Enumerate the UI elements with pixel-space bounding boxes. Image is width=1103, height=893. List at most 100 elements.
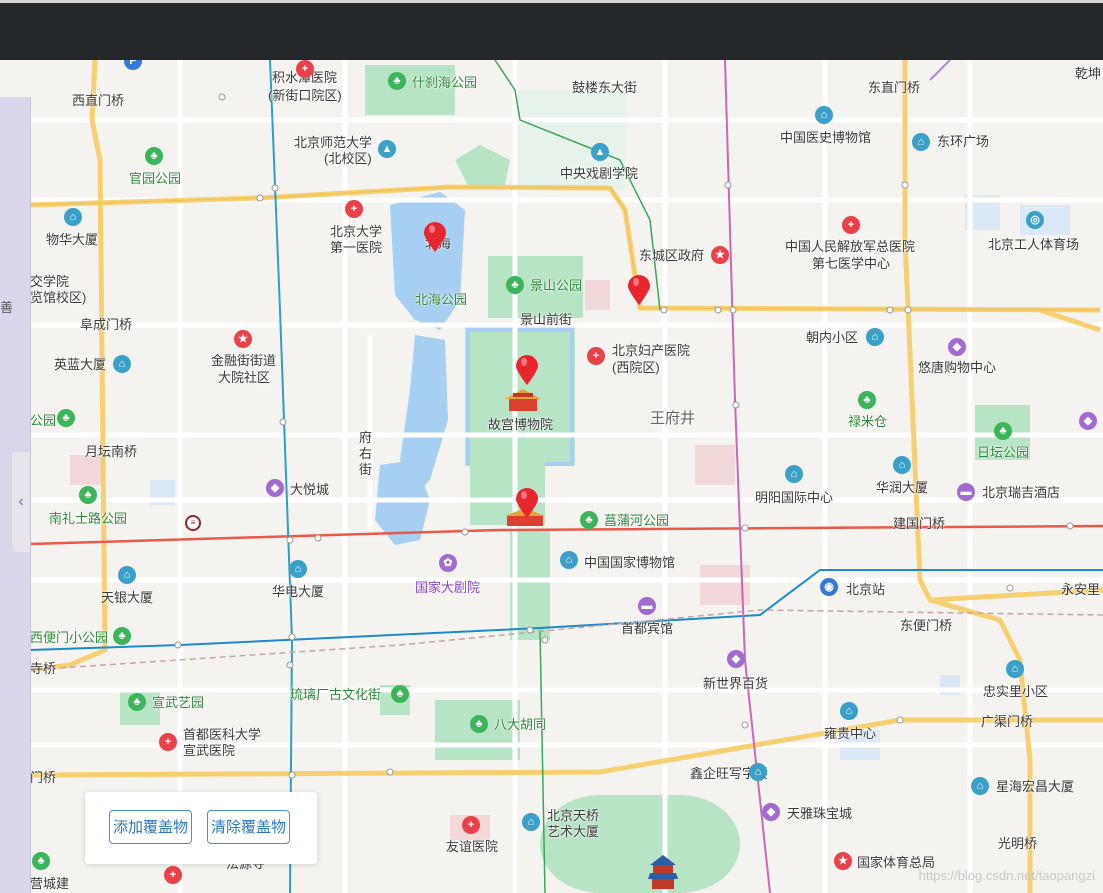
shopping-icon[interactable]: ◆ xyxy=(948,338,966,356)
park-icon[interactable]: ♣ xyxy=(388,72,406,90)
map-label: 禄米仓 xyxy=(848,414,888,429)
building-icon[interactable]: ⌂ xyxy=(749,763,767,781)
park-icon[interactable]: ♣ xyxy=(113,627,131,645)
watermark: https://blog.csdn.net/taopangzi xyxy=(918,868,1095,883)
map-label: 天雅珠宝城 xyxy=(787,806,853,821)
map-marker[interactable] xyxy=(516,488,538,518)
building-icon[interactable]: ⌂ xyxy=(118,566,136,584)
map-label: 星海宏昌大厦 xyxy=(996,779,1075,794)
map-label: 街 xyxy=(359,462,373,477)
park-icon[interactable]: ♣ xyxy=(580,511,598,529)
map-label: 乾坤 xyxy=(1075,66,1102,81)
map-label: 西直门桥 xyxy=(72,93,125,108)
station-icon[interactable]: ◉ xyxy=(820,578,838,596)
map-marker[interactable] xyxy=(516,355,538,385)
government-icon[interactable]: ★ xyxy=(234,330,252,348)
hospital-icon[interactable]: + xyxy=(159,733,177,751)
building-icon[interactable]: ⌂ xyxy=(971,777,989,795)
map-marker[interactable] xyxy=(424,222,446,252)
building-icon[interactable]: ⌂ xyxy=(113,355,131,373)
building-icon[interactable]: ⌂ xyxy=(785,465,803,483)
park-icon[interactable]: ♣ xyxy=(391,685,409,703)
map-label: 菖蒲河公园 xyxy=(604,513,670,528)
map-label: 首都医科大学 xyxy=(183,727,262,742)
hotel-icon[interactable]: ▬ xyxy=(957,483,975,501)
map-label: 华电大厦 xyxy=(272,584,325,599)
hotel-icon[interactable]: ▬ xyxy=(638,597,656,615)
park-icon[interactable]: ♣ xyxy=(470,715,488,733)
hospital-icon[interactable]: + xyxy=(345,200,363,218)
building-icon[interactable]: ⌂ xyxy=(893,456,911,474)
park-icon[interactable]: ♣ xyxy=(145,147,163,165)
shopping-icon[interactable]: ◆ xyxy=(1079,412,1097,430)
building-icon[interactable]: ⌂ xyxy=(64,208,82,226)
map-label: 天银大厦 xyxy=(101,590,154,605)
map-label: 门桥 xyxy=(30,770,57,785)
hospital-icon[interactable]: + xyxy=(164,866,182,884)
government-icon[interactable]: ★ xyxy=(834,852,852,870)
bank-icon[interactable]: ≡ xyxy=(185,515,201,531)
map-label: (西院区) xyxy=(612,360,660,375)
map-label: 中国医史博物馆 xyxy=(780,130,872,145)
building-icon[interactable]: ⌂ xyxy=(866,328,884,346)
park-icon[interactable]: ♣ xyxy=(994,422,1012,440)
map-label: 物华大厦 xyxy=(46,232,99,247)
building-icon[interactable]: ⌂ xyxy=(1006,660,1024,678)
park-icon[interactable]: ♣ xyxy=(506,276,524,294)
map-label: 东直门桥 xyxy=(868,80,921,95)
map-label: 艺术大厦 xyxy=(547,824,600,839)
map-label: 月坛南桥 xyxy=(85,444,138,459)
map-canvas[interactable]: 积水潭医院 (新街口院区) 什刹海公园 鼓楼东大街 东直门桥 乾坤 西直门桥 北… xyxy=(0,60,1103,893)
map-label: 阜成门桥 xyxy=(80,317,133,332)
shopping-icon[interactable]: ◆ xyxy=(762,803,780,821)
add-overlay-button[interactable]: 添加覆盖物 xyxy=(109,810,193,844)
park-icon[interactable]: ♣ xyxy=(79,486,97,504)
map-label: 永安里 xyxy=(1061,582,1101,597)
school-icon[interactable]: ▲ xyxy=(591,143,609,161)
shopping-icon[interactable]: ◆ xyxy=(266,479,284,497)
map-label: 景山公园 xyxy=(530,278,583,293)
map-label: 官园公园 xyxy=(129,171,182,186)
map-label: 琉璃厂古文化街 xyxy=(290,687,382,702)
collapse-panel-button[interactable]: ‹ xyxy=(12,452,30,552)
map-label: 北京妇产医院 xyxy=(612,343,691,358)
park-icon[interactable]: ♣ xyxy=(858,391,876,409)
shopping-icon[interactable]: ◆ xyxy=(727,650,745,668)
stadium-icon[interactable]: ◎ xyxy=(1026,211,1044,229)
government-icon[interactable]: ★ xyxy=(711,246,729,264)
map-label: 北海公园 xyxy=(415,292,468,307)
hospital-icon[interactable]: + xyxy=(462,816,480,834)
hospital-icon[interactable]: + xyxy=(587,347,605,365)
district-label: 王府井 xyxy=(650,410,696,427)
museum-icon[interactable]: ⌂ xyxy=(912,133,930,151)
park-icon[interactable]: ♣ xyxy=(32,852,50,870)
clear-overlay-button[interactable]: 清除覆盖物 xyxy=(207,810,291,844)
building-icon[interactable]: ⌂ xyxy=(289,560,307,578)
map-label: 北京工人体育场 xyxy=(988,237,1080,252)
overlay-control-panel: 添加覆盖物 清除覆盖物 xyxy=(85,792,317,864)
theater-icon[interactable]: ✿ xyxy=(439,554,457,572)
map-label: 悠唐购物中心 xyxy=(918,360,997,375)
hospital-icon[interactable]: + xyxy=(296,60,314,78)
map-label: 营城建 xyxy=(30,876,70,891)
map-label: 中央戏剧学院 xyxy=(560,166,639,181)
map-label: 首都宾馆 xyxy=(621,621,674,636)
museum-icon[interactable]: ⌂ xyxy=(560,551,578,569)
map-label: 八大胡同 xyxy=(494,717,547,732)
map-label: 府 xyxy=(359,430,373,445)
park-icon[interactable]: ♣ xyxy=(128,693,146,711)
school-icon[interactable]: ▲ xyxy=(378,140,396,158)
building-icon[interactable]: ⌂ xyxy=(840,702,858,720)
map-label: 寺桥 xyxy=(30,661,57,676)
map-marker[interactable] xyxy=(628,275,650,305)
map-label: 东便门桥 xyxy=(900,618,953,633)
map-label: (新街口院区) xyxy=(268,88,342,103)
park-icon[interactable]: ♣ xyxy=(57,409,75,427)
museum-icon[interactable]: ⌂ xyxy=(815,106,833,124)
hospital-icon[interactable]: + xyxy=(842,216,860,234)
map-label: 英蓝大厦 xyxy=(54,357,107,372)
map-label: 什刹海公园 xyxy=(412,75,478,90)
building-icon[interactable]: ⌂ xyxy=(522,813,540,831)
map-label: 鼓楼东大街 xyxy=(572,80,638,95)
map-label: 故宫博物院 xyxy=(488,417,554,432)
